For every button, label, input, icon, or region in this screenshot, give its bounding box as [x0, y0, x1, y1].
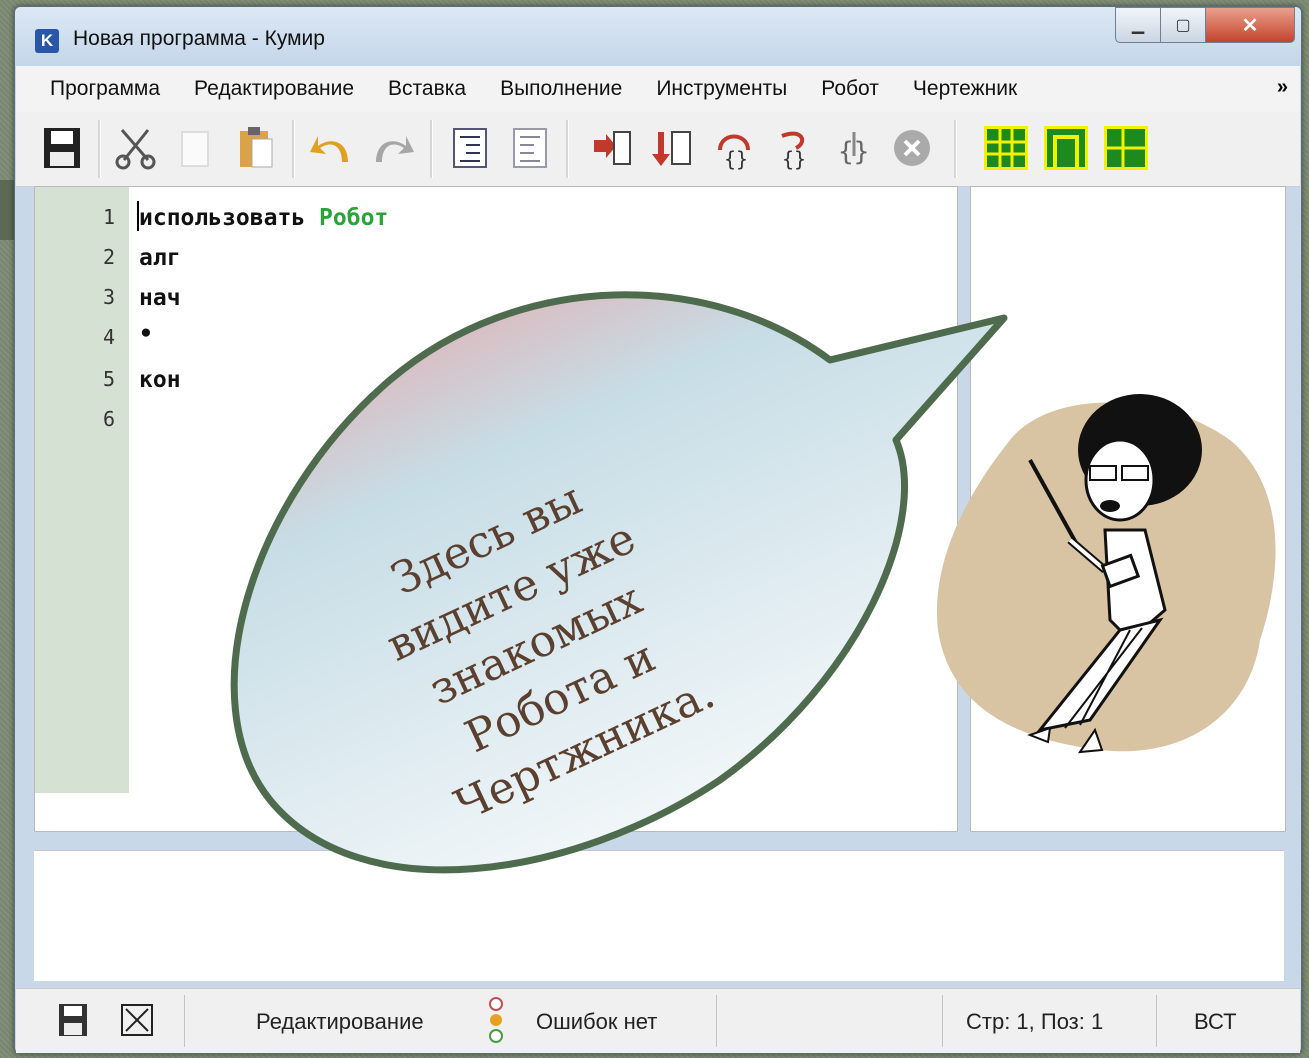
teacher-clipart — [936, 394, 1276, 754]
